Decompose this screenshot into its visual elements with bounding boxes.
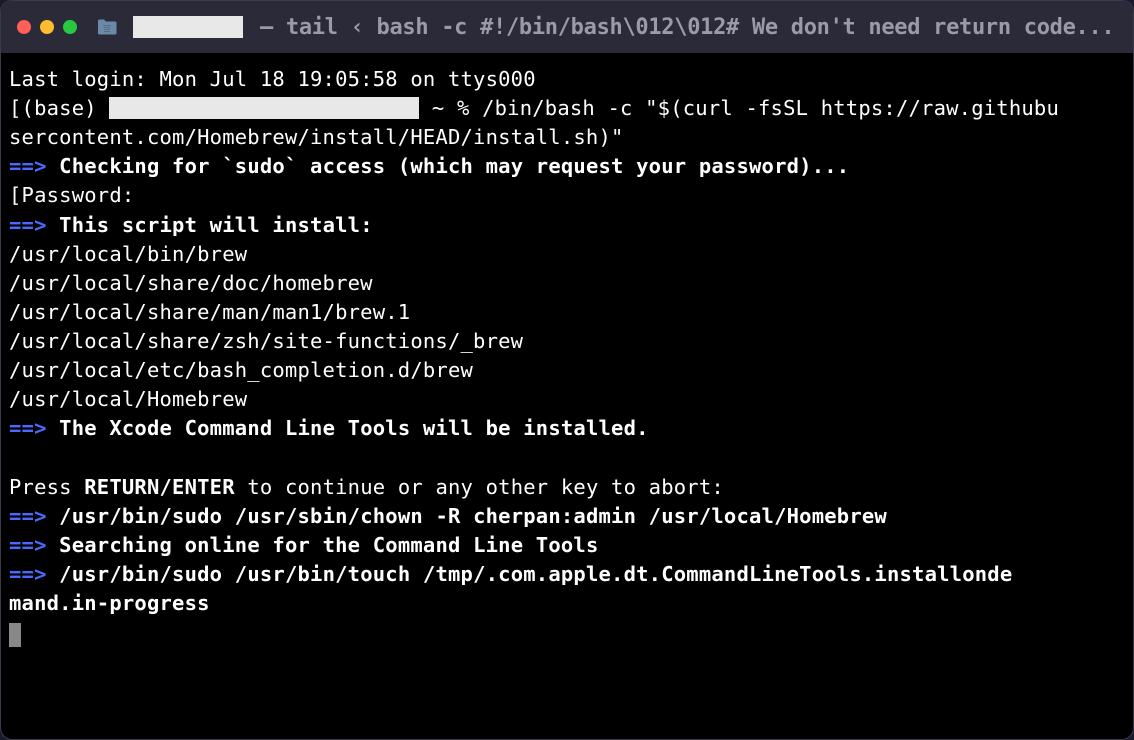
xcode-line: ==> The Xcode Command Line Tools will be…: [9, 414, 1125, 443]
install-path: /usr/local/share/zsh/site-functions/_bre…: [9, 327, 1125, 356]
press-keys: RETURN/ENTER: [84, 475, 235, 499]
press-return-line: Press RETURN/ENTER to continue or any ot…: [9, 473, 1125, 502]
prompt-suffix: ~ %: [419, 96, 482, 120]
minimize-button[interactable]: [40, 20, 54, 34]
search-text: Searching online for the Command Line To…: [47, 533, 599, 557]
arrow-icon: ==>: [9, 154, 47, 178]
arrow-icon: ==>: [9, 504, 47, 528]
redacted-hostname: [109, 97, 419, 119]
chown-line: ==> /usr/bin/sudo /usr/sbin/chown -R che…: [9, 502, 1125, 531]
close-button[interactable]: [17, 20, 31, 34]
arrow-icon: ==>: [9, 533, 47, 557]
chown-text: /usr/bin/sudo /usr/sbin/chown -R cherpan…: [47, 504, 887, 528]
arrow-icon: ==>: [9, 562, 47, 586]
touch-line: ==> /usr/bin/sudo /usr/bin/touch /tmp/.c…: [9, 560, 1125, 589]
press-suffix: to continue or any other key to abort:: [235, 475, 724, 499]
terminal-window: — tail ‹ bash -c #!/bin/bash\012\012# We…: [0, 0, 1134, 740]
sudo-check-text: Checking for `sudo` access (which may re…: [47, 154, 850, 178]
command-continuation: sercontent.com/Homebrew/install/HEAD/ins…: [9, 123, 1125, 152]
command-text: /bin/bash -c "$(curl -fsSL https://raw.g…: [482, 96, 1059, 120]
install-path: /usr/local/share/doc/homebrew: [9, 269, 1125, 298]
install-path: /usr/local/etc/bash_completion.d/brew: [9, 356, 1125, 385]
install-path: /usr/local/Homebrew: [9, 385, 1125, 414]
sudo-check-line: ==> Checking for `sudo` access (which ma…: [9, 152, 1125, 181]
arrow-icon: ==>: [9, 213, 47, 237]
install-header-line: ==> This script will install:: [9, 211, 1125, 240]
install-path: /usr/local/share/man/man1/brew.1: [9, 298, 1125, 327]
install-path: /usr/local/bin/brew: [9, 240, 1125, 269]
install-header-text: This script will install:: [47, 213, 373, 237]
blank-line: [9, 443, 1125, 472]
touch-line-2: mand.in-progress: [9, 589, 1125, 618]
maximize-button[interactable]: [63, 20, 77, 34]
password-prompt: [Password:: [9, 181, 1125, 210]
redacted-username: [133, 16, 243, 38]
titlebar[interactable]: — tail ‹ bash -c #!/bin/bash\012\012# We…: [1, 1, 1133, 53]
last-login-line: Last login: Mon Jul 18 19:05:58 on ttys0…: [9, 65, 1125, 94]
touch-text-1: /usr/bin/sudo /usr/bin/touch /tmp/.com.a…: [47, 562, 1013, 586]
arrow-icon: ==>: [9, 416, 47, 440]
folder-icon: [96, 18, 118, 36]
prompt-prefix: [(base): [9, 96, 109, 120]
cursor: [9, 623, 21, 647]
window-title: — tail ‹ bash -c #!/bin/bash\012\012# We…: [260, 15, 1114, 40]
prompt-line: [(base) ~ % /bin/bash -c "$(curl -fsSL h…: [9, 94, 1125, 123]
search-line: ==> Searching online for the Command Lin…: [9, 531, 1125, 560]
terminal-content[interactable]: Last login: Mon Jul 18 19:05:58 on ttys0…: [1, 53, 1133, 659]
press-prefix: Press: [9, 475, 84, 499]
xcode-text: The Xcode Command Line Tools will be ins…: [47, 416, 649, 440]
